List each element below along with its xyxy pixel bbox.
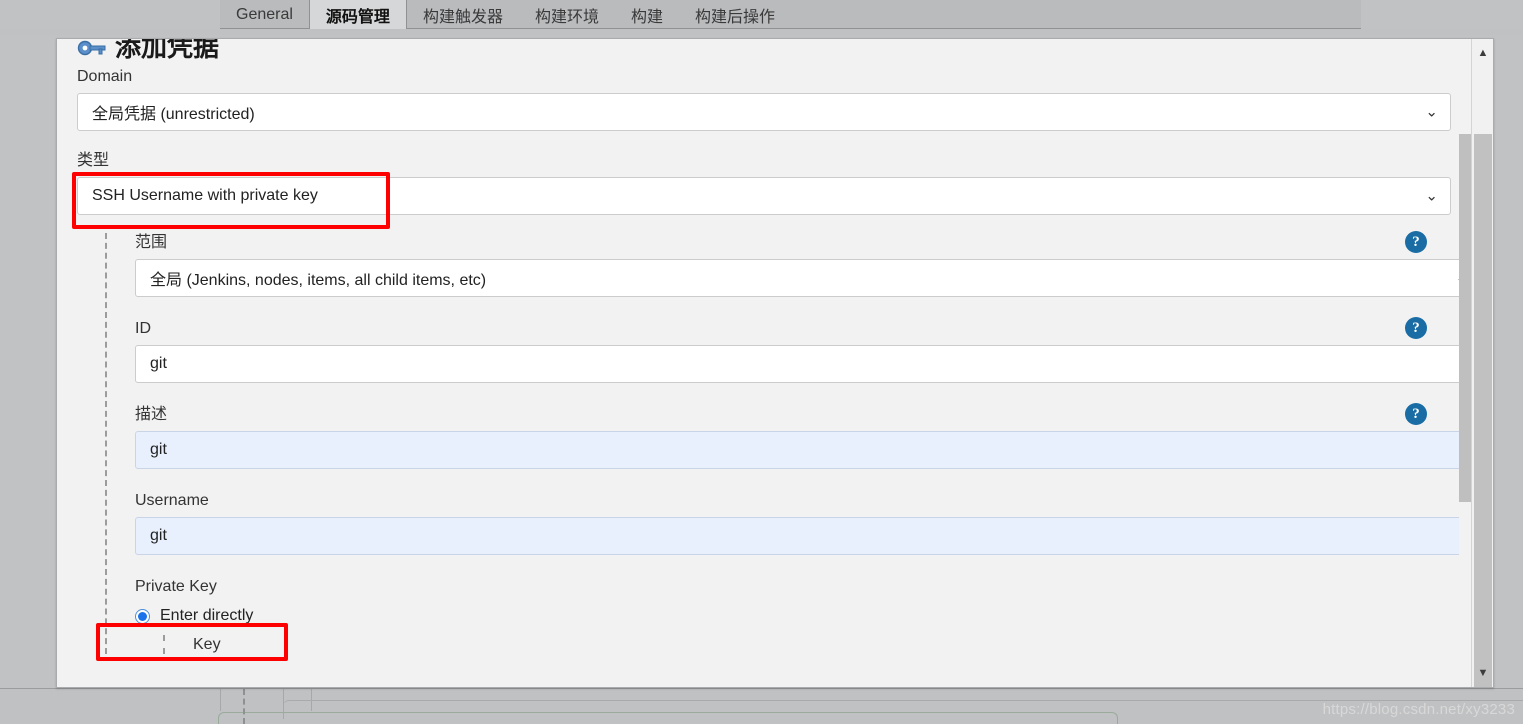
username-input[interactable]: git (135, 517, 1481, 555)
radio-selected-dot (138, 611, 147, 621)
id-label: ID (135, 320, 151, 337)
tab-build-triggers-label: 构建触发器 (422, 8, 503, 26)
chevron-down-icon: ⌄ (1425, 103, 1438, 121)
key-icon (77, 39, 107, 57)
field-scope: 范围 ? 全局 (Jenkins, nodes, items, all chil… (135, 231, 1481, 297)
enter-directly-label: Enter directly (160, 607, 254, 624)
dialog-scrollbar-thumb[interactable] (1474, 134, 1492, 687)
scope-label: 范围 (135, 234, 168, 251)
tab-general[interactable]: General (220, 0, 309, 29)
field-username: Username git (135, 491, 1481, 555)
type-label: 类型 (77, 152, 110, 169)
description-input-value: git (150, 441, 167, 458)
dialog-title-text: 添加凭据 (115, 38, 220, 62)
tab-build-triggers[interactable]: 构建触发器 (407, 0, 519, 29)
field-description: 描述 ? git (135, 403, 1481, 469)
key-label: Key (193, 636, 221, 653)
enter-directly-radio[interactable] (135, 608, 150, 624)
background-dashed-guide (243, 689, 245, 724)
help-icon[interactable]: ? (1405, 231, 1427, 253)
background-strip (0, 29, 1523, 35)
field-id: ID ? git (135, 317, 1481, 383)
field-private-key: Private Key Enter directly Key (135, 577, 1471, 654)
inner-scrollbar[interactable] (1459, 39, 1471, 687)
config-tabs: General 源码管理 构建触发器 构建环境 构建 构建后操作 (220, 0, 791, 29)
background-panel-d (218, 712, 1118, 724)
add-credentials-dialog: 添加凭据 Domain 全局凭据 (unrestricted) ⌄ 类型 SSH… (56, 38, 1494, 688)
tab-post-build-actions-label: 构建后操作 (694, 8, 775, 26)
field-type: 类型 SSH Username with private key ⌄ (77, 151, 1471, 215)
tab-source-code-management-label: 源码管理 (325, 8, 390, 26)
enter-directly-radio-row[interactable]: Enter directly (135, 603, 1471, 629)
watermark: https://blog.csdn.net/xy3233 (1322, 701, 1515, 718)
credential-details-group: 范围 ? 全局 (Jenkins, nodes, items, all chil… (105, 231, 1481, 654)
scroll-down-arrow-icon[interactable]: ▼ (1472, 663, 1493, 683)
tab-build-label: 构建 (630, 8, 663, 26)
domain-select[interactable]: 全局凭据 (unrestricted) ⌄ (77, 93, 1451, 131)
field-domain: Domain 全局凭据 (unrestricted) ⌄ (77, 67, 1471, 131)
scroll-up-arrow-icon[interactable]: ▲ (1472, 43, 1493, 63)
scope-select-value: 全局 (Jenkins, nodes, items, all child ite… (150, 272, 487, 289)
id-input-value: git (150, 355, 167, 372)
private-key-label: Private Key (135, 578, 217, 595)
username-input-value: git (150, 527, 167, 544)
id-input[interactable]: git (135, 345, 1481, 383)
tab-post-build-actions[interactable]: 构建后操作 (679, 0, 791, 29)
chevron-down-icon: ⌄ (1425, 187, 1438, 205)
key-subgroup: Key (163, 635, 1471, 654)
type-select[interactable]: SSH Username with private key ⌄ (77, 177, 1451, 215)
tab-source-code-management[interactable]: 源码管理 (308, 0, 407, 29)
description-input[interactable]: git (135, 431, 1481, 469)
tab-build-environment[interactable]: 构建环境 (519, 0, 615, 29)
domain-label: Domain (77, 68, 133, 85)
description-label: 描述 (135, 406, 168, 423)
domain-select-value: 全局凭据 (unrestricted) (92, 106, 255, 123)
scope-select[interactable]: 全局 (Jenkins, nodes, items, all child ite… (135, 259, 1481, 297)
username-label: Username (135, 492, 209, 509)
type-select-value: SSH Username with private key (92, 187, 318, 204)
inner-scrollbar-thumb[interactable] (1459, 134, 1471, 502)
tab-build[interactable]: 构建 (615, 0, 679, 29)
tab-build-environment-label: 构建环境 (534, 8, 599, 26)
tab-general-label: General (236, 5, 293, 23)
dialog-scrollbar[interactable]: ▲ ▼ (1471, 39, 1493, 687)
screenshot-root: General 源码管理 构建触发器 构建环境 构建 构建后操作 添加凭据 Do… (0, 0, 1523, 724)
help-icon[interactable]: ? (1405, 403, 1427, 425)
dialog-title: 添加凭据 (77, 38, 220, 64)
help-icon[interactable]: ? (1405, 317, 1427, 339)
dialog-body: Domain 全局凭据 (unrestricted) ⌄ 类型 SSH User… (57, 63, 1481, 687)
